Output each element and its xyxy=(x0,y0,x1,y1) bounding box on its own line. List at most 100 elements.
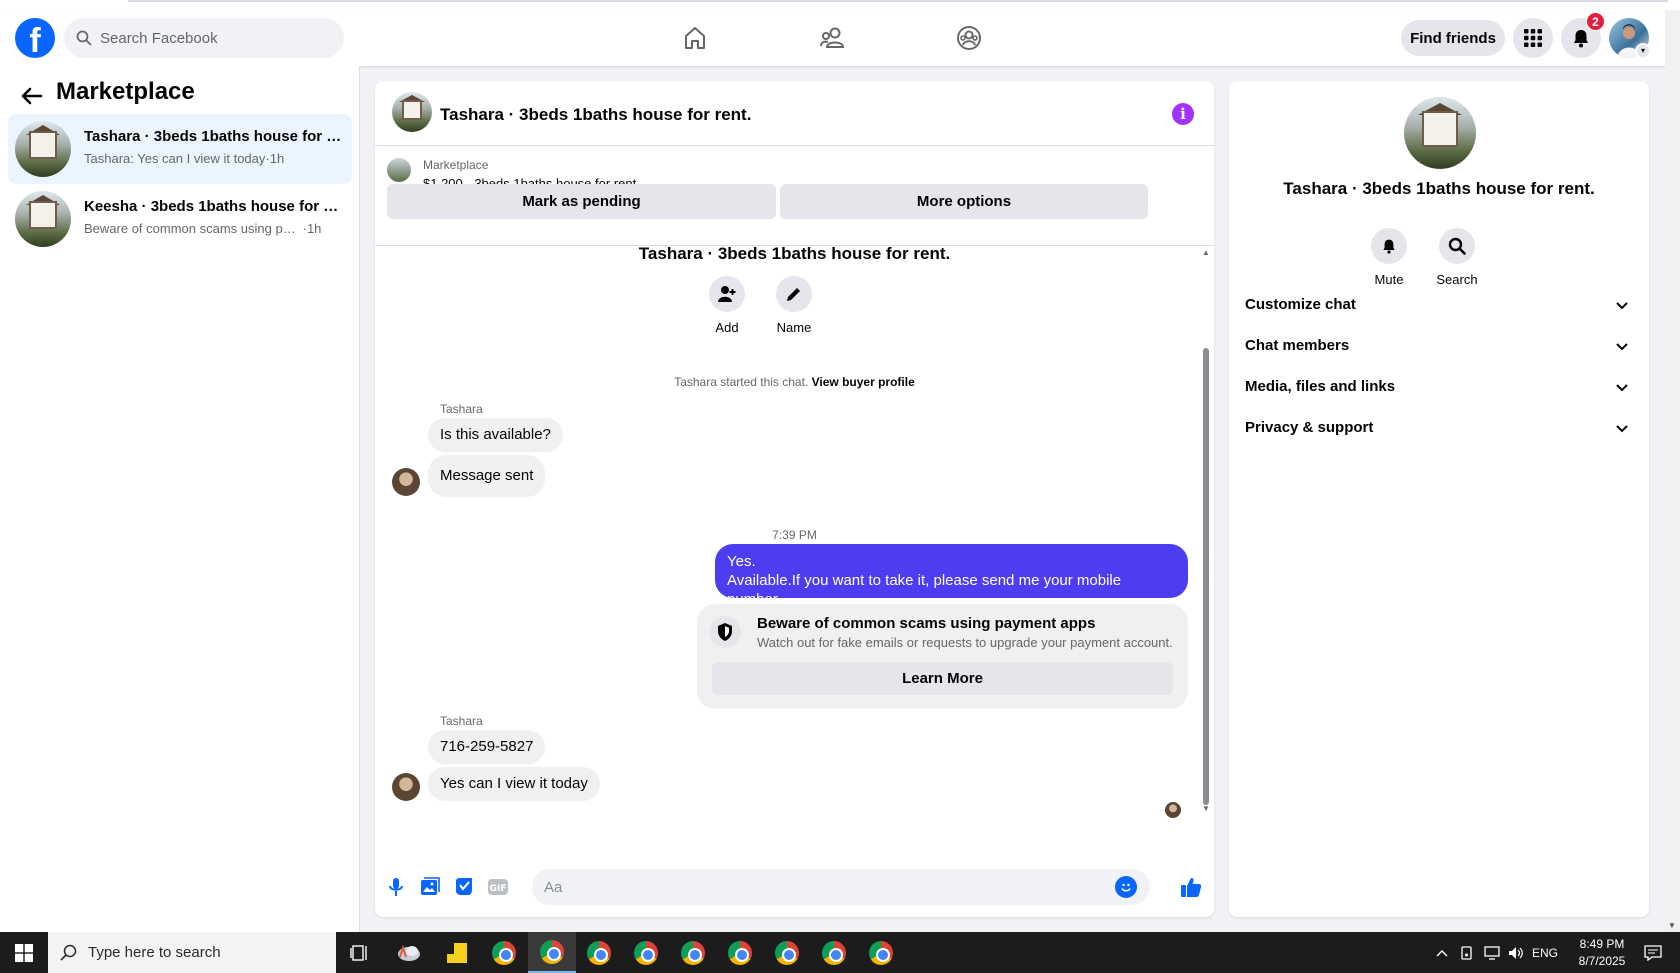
emoji-icon[interactable] xyxy=(1115,876,1137,898)
home-icon[interactable] xyxy=(677,22,713,54)
chat-listing-thumbnail[interactable] xyxy=(392,92,432,132)
thumbs-up-like-icon[interactable] xyxy=(1178,874,1204,900)
chrome-icon[interactable] xyxy=(622,932,670,973)
action-center-icon[interactable] xyxy=(1636,932,1670,973)
chrome-icon[interactable] xyxy=(810,932,858,973)
chrome-profile-icon[interactable] xyxy=(480,932,528,973)
chat-header: Tashara · 3beds 1baths house for rent. i xyxy=(375,81,1214,146)
scroll-thumb[interactable] xyxy=(1203,348,1209,805)
details-listing-thumbnail[interactable] xyxy=(1404,97,1476,169)
chat-members-section[interactable]: Chat members xyxy=(1237,327,1641,367)
account-chevron-down-icon[interactable]: ▾ xyxy=(1635,43,1651,59)
windows-start-icon[interactable] xyxy=(0,932,48,973)
search-input[interactable] xyxy=(100,18,335,58)
chrome-icon[interactable] xyxy=(575,932,623,973)
meet-now-icon[interactable] xyxy=(1456,932,1478,973)
mark-as-pending-button[interactable]: Mark as pending xyxy=(387,184,776,219)
windows-taskbar: ENG 8:49 PM 8/7/2025 xyxy=(0,932,1680,973)
scroll-down-arrow-icon[interactable]: ▼ xyxy=(1201,804,1211,814)
facebook-logo[interactable]: f xyxy=(15,18,55,58)
incoming-message[interactable]: Is this available? xyxy=(428,418,563,452)
search-label: Search xyxy=(1436,272,1478,287)
chrome-icon[interactable] xyxy=(763,932,811,973)
edit-name-pencil-icon[interactable] xyxy=(776,276,812,312)
task-view-icon[interactable] xyxy=(336,932,384,973)
warning-subtitle: Watch out for fake emails or requests to… xyxy=(757,635,1173,650)
incoming-message[interactable]: 716-259-5827 xyxy=(428,730,546,764)
chrome-icon[interactable] xyxy=(857,932,905,973)
language-indicator[interactable]: ENG xyxy=(1530,932,1560,973)
listing-thumbnail xyxy=(15,121,71,177)
thread-scrollbar[interactable]: ▲ ▼ xyxy=(1201,246,1211,858)
message-thread: Tashara · 3beds 1baths house for rent. A… xyxy=(375,246,1214,858)
section-label: Customize chat xyxy=(1245,296,1356,313)
photo-gallery-icon[interactable] xyxy=(417,874,443,900)
scam-warning-card: Beware of common scams using payment app… xyxy=(697,604,1188,709)
sidebar-title: Marketplace xyxy=(56,78,195,105)
mute-bell-icon[interactable] xyxy=(1371,228,1407,264)
customize-chat-section[interactable]: Customize chat xyxy=(1237,286,1641,326)
chat-details-panel: Tashara · 3beds 1baths house for rent. M… xyxy=(1229,81,1649,917)
chevron-down-icon xyxy=(1616,384,1628,392)
tray-chevron-up-icon[interactable] xyxy=(1431,932,1453,973)
facebook-search[interactable] xyxy=(64,18,344,58)
marketplace-sidebar: Marketplace Tashara · 3beds 1baths house… xyxy=(0,66,360,932)
media-files-links-section[interactable]: Media, files and links xyxy=(1237,368,1641,408)
incoming-message[interactable]: Yes can I view it today xyxy=(428,767,600,801)
outgoing-message[interactable]: Yes. Available.If you want to take it, p… xyxy=(715,544,1188,608)
taskbar-search-input[interactable] xyxy=(88,932,328,973)
chrome-icon[interactable] xyxy=(716,932,764,973)
page-scrollbar[interactable]: ▼ xyxy=(1665,10,1680,932)
conversation-item-keesha[interactable]: Keesha · 3beds 1baths house for re... Be… xyxy=(8,184,352,254)
conversation-item-tashara[interactable]: Tashara · 3beds 1baths house for r... Ta… xyxy=(8,114,352,184)
weather-app-icon[interactable] xyxy=(385,932,433,973)
taskbar-clock[interactable]: 8:49 PM 8/7/2025 xyxy=(1562,936,1642,970)
warning-title: Beware of common scams using payment app… xyxy=(757,615,1096,632)
sender-avatar[interactable] xyxy=(392,468,420,496)
sticky-notes-icon[interactable] xyxy=(433,932,481,973)
search-icon xyxy=(76,30,92,46)
seen-receipt-avatar xyxy=(1165,802,1181,818)
scroll-up-arrow-icon[interactable]: ▲ xyxy=(1201,248,1211,258)
gif-icon[interactable]: GIF xyxy=(485,874,511,900)
conversation-preview: Beware of common scams using pay... ·1h xyxy=(84,221,322,236)
chevron-down-icon xyxy=(1616,425,1628,433)
groups-icon[interactable] xyxy=(951,22,987,54)
info-icon[interactable]: i xyxy=(1172,103,1194,125)
message-input-box[interactable] xyxy=(532,869,1150,905)
find-friends-button[interactable]: Find friends xyxy=(1401,20,1505,56)
network-icon[interactable] xyxy=(1481,932,1503,973)
name-label: Name xyxy=(776,320,812,335)
sticker-icon[interactable] xyxy=(451,874,477,900)
search-in-chat-icon[interactable] xyxy=(1439,228,1475,264)
notification-badge: 2 xyxy=(1586,12,1605,31)
privacy-support-section[interactable]: Privacy & support xyxy=(1237,409,1641,449)
chrome-active-icon[interactable] xyxy=(528,932,576,973)
friends-icon[interactable] xyxy=(815,22,851,54)
learn-more-button[interactable]: Learn More xyxy=(712,662,1173,695)
section-label: Media, files and links xyxy=(1245,378,1396,395)
listing-thumbnail xyxy=(15,191,71,247)
back-arrow-icon[interactable] xyxy=(18,82,46,114)
message-input[interactable] xyxy=(544,869,1104,905)
add-person-icon[interactable] xyxy=(709,276,745,312)
microphone-icon[interactable] xyxy=(383,874,409,900)
section-label: Chat members xyxy=(1245,337,1350,354)
more-options-button[interactable]: More options xyxy=(780,184,1148,219)
sender-name: Tashara xyxy=(440,402,483,416)
sender-avatar[interactable] xyxy=(392,773,420,801)
view-buyer-profile-link[interactable]: View buyer profile xyxy=(812,375,915,389)
chrome-icon[interactable] xyxy=(669,932,717,973)
chat-title[interactable]: Tashara · 3beds 1baths house for rent. xyxy=(440,105,751,125)
incoming-message[interactable]: Message sent xyxy=(428,455,546,497)
sender-name: Tashara xyxy=(440,714,483,728)
volume-icon[interactable] xyxy=(1505,932,1527,973)
menu-grid-icon[interactable] xyxy=(1513,18,1553,58)
thread-title: Tashara · 3beds 1baths house for rent. xyxy=(638,246,951,263)
browser-top-strip xyxy=(0,0,1680,10)
conversation-title: Keesha · 3beds 1baths house for re... xyxy=(84,198,342,215)
page-scroll-down-arrow-icon[interactable]: ▼ xyxy=(1668,921,1676,930)
taskbar-search[interactable] xyxy=(48,932,336,973)
taskbar-search-icon xyxy=(60,944,77,961)
chat-panel: Tashara · 3beds 1baths house for rent. i… xyxy=(375,81,1214,917)
